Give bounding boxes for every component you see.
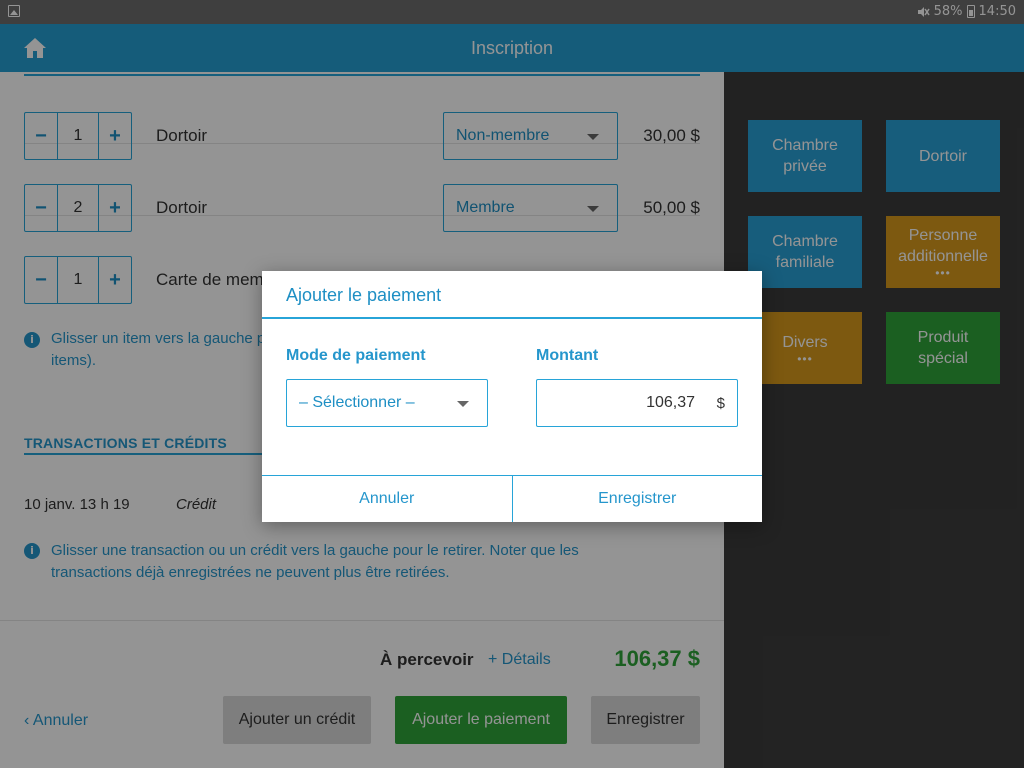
dialog-save-button[interactable]: Enregistrer — [513, 476, 763, 522]
payment-mode-value: – Sélectionner – — [299, 394, 415, 411]
currency-symbol: $ — [716, 395, 725, 412]
payment-mode-select[interactable]: – Sélectionner – — [286, 379, 488, 427]
add-payment-dialog: Ajouter le paiement Mode de paiement – S… — [262, 271, 762, 522]
dialog-divider — [262, 317, 762, 319]
payment-mode-label: Mode de paiement — [286, 347, 426, 364]
amount-input[interactable] — [545, 380, 695, 426]
dialog-title: Ajouter le paiement — [286, 285, 442, 305]
amount-label: Montant — [536, 347, 599, 364]
amount-field: $ — [536, 379, 738, 427]
chevron-down-icon — [457, 401, 469, 407]
dialog-cancel-button[interactable]: Annuler — [262, 476, 513, 522]
dialog-actions: Annuler Enregistrer — [262, 475, 762, 522]
